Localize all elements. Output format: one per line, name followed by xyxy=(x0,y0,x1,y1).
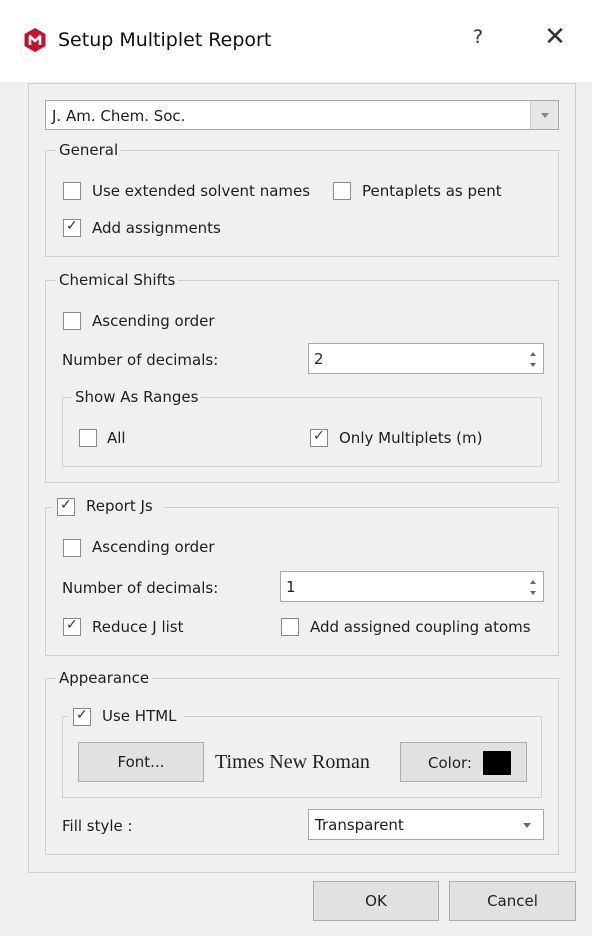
show-as-ranges-legend: Show As Ranges xyxy=(72,388,202,406)
add-assignments-label: Add assignments xyxy=(92,219,221,237)
js-decimals-value: 1 xyxy=(286,578,296,596)
general-group xyxy=(45,150,559,257)
color-button-label: Color: xyxy=(428,754,472,772)
shifts-decimals-label: Number of decimals: xyxy=(62,351,219,369)
ok-button[interactable]: OK xyxy=(313,881,439,921)
use-extended-solvent-names-checkbox[interactable] xyxy=(63,182,81,200)
ranges-all-checkbox[interactable] xyxy=(79,429,97,447)
only-multiplets-checkbox[interactable] xyxy=(310,428,328,447)
color-button[interactable]: Color: xyxy=(400,742,527,782)
report-format-dropdown-button[interactable] xyxy=(530,101,558,129)
window-title: Setup Multiplet Report xyxy=(58,29,272,51)
app-logo-icon xyxy=(24,28,46,52)
add-assignments-checkbox[interactable] xyxy=(63,218,81,237)
js-ascending-order-checkbox[interactable] xyxy=(63,539,81,557)
shifts-decimals-value: 2 xyxy=(314,350,324,368)
fill-style-value: Transparent xyxy=(315,816,404,834)
fill-style-label: Fill style : xyxy=(62,817,133,835)
fill-style-combo[interactable]: Transparent xyxy=(308,809,544,840)
ok-button-label: OK xyxy=(365,892,387,910)
cancel-button-label: Cancel xyxy=(487,892,538,910)
spin-down-icon[interactable] xyxy=(530,363,536,367)
spin-up-icon[interactable] xyxy=(530,352,536,356)
report-js-label: Report Js xyxy=(86,497,153,515)
ranges-all-label: All xyxy=(107,429,126,447)
add-assigned-coupling-atoms-label: Add assigned coupling atoms xyxy=(310,618,531,636)
only-multiplets-label: Only Multiplets (m) xyxy=(339,429,483,447)
spin-down-icon[interactable] xyxy=(530,591,536,595)
chemical-shifts-legend: Chemical Shifts xyxy=(56,271,179,289)
add-assigned-coupling-atoms-checkbox[interactable] xyxy=(281,618,299,636)
pentaplets-as-pent-checkbox[interactable] xyxy=(333,182,351,200)
help-button[interactable]: ? xyxy=(466,26,490,48)
pentaplets-as-pent-label: Pentaplets as pent xyxy=(362,182,502,200)
spin-up-icon[interactable] xyxy=(530,580,536,584)
chevron-down-icon xyxy=(541,113,549,118)
font-button[interactable]: Font... xyxy=(78,742,204,782)
close-button[interactable]: ✕ xyxy=(540,22,570,52)
general-legend: General xyxy=(56,141,122,159)
font-name-preview: Times New Roman xyxy=(215,751,370,773)
use-extended-solvent-names-label: Use extended solvent names xyxy=(92,182,311,200)
color-swatch xyxy=(483,751,511,775)
reduce-j-list-checkbox[interactable] xyxy=(63,617,81,636)
font-button-label: Font... xyxy=(117,753,165,771)
reduce-j-list-label: Reduce J list xyxy=(92,618,184,636)
shifts-ascending-order-checkbox[interactable] xyxy=(63,312,81,330)
chevron-down-icon[interactable] xyxy=(523,823,531,828)
shifts-ascending-order-label: Ascending order xyxy=(92,312,215,330)
report-js-checkbox[interactable] xyxy=(57,497,75,516)
use-html-label: Use HTML xyxy=(102,707,177,725)
title-bar: Setup Multiplet Report ? ✕ xyxy=(0,0,592,82)
cancel-button[interactable]: Cancel xyxy=(449,881,576,921)
shifts-decimals-spinbox[interactable]: 2 xyxy=(308,343,544,374)
report-format-value: J. Am. Chem. Soc. xyxy=(52,107,186,125)
report-format-combo[interactable]: J. Am. Chem. Soc. xyxy=(45,100,559,130)
js-decimals-spinbox[interactable]: 1 xyxy=(280,571,544,602)
js-ascending-order-label: Ascending order xyxy=(92,538,215,556)
use-html-checkbox[interactable] xyxy=(73,707,91,726)
js-decimals-label: Number of decimals: xyxy=(62,579,219,597)
appearance-legend: Appearance xyxy=(56,669,153,687)
